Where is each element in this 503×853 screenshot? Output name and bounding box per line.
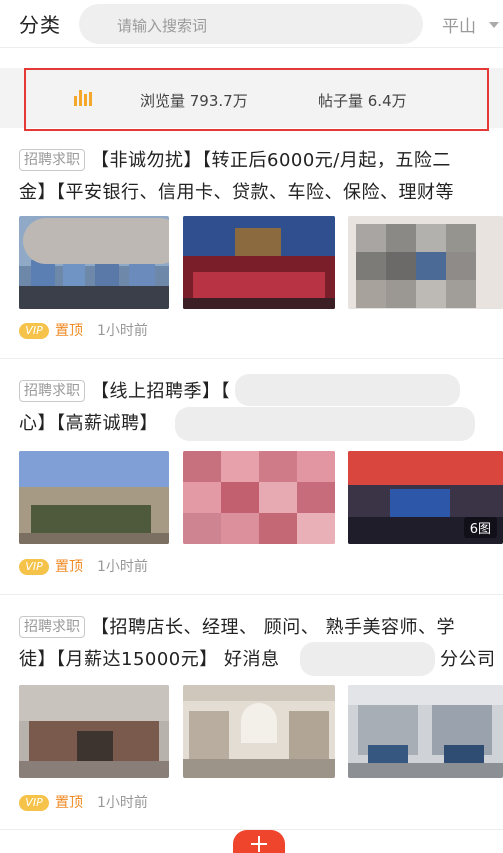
post-image[interactable] — [348, 216, 503, 309]
post-image[interactable] — [19, 451, 169, 544]
highlight-frame — [24, 68, 489, 131]
post-image[interactable] — [348, 685, 503, 778]
category-button[interactable]: 分类 — [19, 9, 61, 38]
category-tag: 招聘求职 — [19, 616, 85, 638]
post-title-line[interactable]: 徒】【月薪达15000元】 好消息 — [19, 645, 279, 671]
post-time: 1小时前 — [97, 559, 148, 575]
redacted-text — [235, 374, 460, 406]
post-time: 1小时前 — [97, 323, 148, 339]
image-count-badge: 6图 — [463, 517, 497, 538]
post-image[interactable] — [19, 216, 169, 309]
post-image[interactable]: 6图 — [348, 451, 503, 544]
pinned-label: 置顶 — [55, 559, 83, 575]
divider — [0, 594, 503, 595]
post-meta: VIP 置顶 1小时前 — [19, 556, 148, 576]
city-selector[interactable]: 平山 — [442, 12, 476, 37]
redacted-text — [175, 407, 475, 441]
post-image[interactable] — [183, 216, 335, 309]
add-post-button[interactable] — [233, 830, 285, 853]
post-title-line[interactable]: 招聘求职 【线上招聘季】【 — [19, 377, 230, 403]
category-tag: 招聘求职 — [19, 380, 85, 402]
divider — [0, 358, 503, 359]
pinned-label: 置顶 — [55, 323, 83, 339]
vip-badge: VIP — [19, 559, 49, 575]
plus-icon — [251, 836, 267, 852]
post-meta: VIP 置顶 1小时前 — [19, 792, 148, 812]
post-meta: VIP 置顶 1小时前 — [19, 320, 148, 340]
post-image[interactable] — [183, 685, 335, 778]
post-title-line[interactable]: 招聘求职 【非诚勿扰】【转正后6000元/月起，五险二 — [19, 146, 451, 172]
post-title-line[interactable]: 招聘求职 【招聘店长、经理、 顾问、 熟手美容师、学 — [19, 613, 455, 639]
post-image[interactable] — [19, 685, 169, 778]
top-bar: 分类 请输入搜索词 平山 — [0, 0, 503, 48]
pinned-label: 置顶 — [55, 795, 83, 811]
search-placeholder: 请输入搜索词 — [117, 17, 208, 35]
post-title-line[interactable]: 金】【平安银行、信用卡、贷款、车险、保险、理财等 — [19, 178, 454, 204]
vip-badge: VIP — [19, 323, 49, 339]
category-tag: 招聘求职 — [19, 149, 85, 171]
post-image[interactable] — [183, 451, 335, 544]
vip-badge: VIP — [19, 795, 49, 811]
post-title-tail[interactable]: 分公司 — [440, 645, 496, 671]
search-input[interactable]: 请输入搜索词 — [79, 4, 423, 44]
post-title-line[interactable]: 心】【高薪诚聘】 — [19, 409, 158, 435]
post-time: 1小时前 — [97, 795, 148, 811]
chevron-down-icon[interactable] — [489, 22, 499, 28]
redacted-text — [300, 642, 435, 676]
